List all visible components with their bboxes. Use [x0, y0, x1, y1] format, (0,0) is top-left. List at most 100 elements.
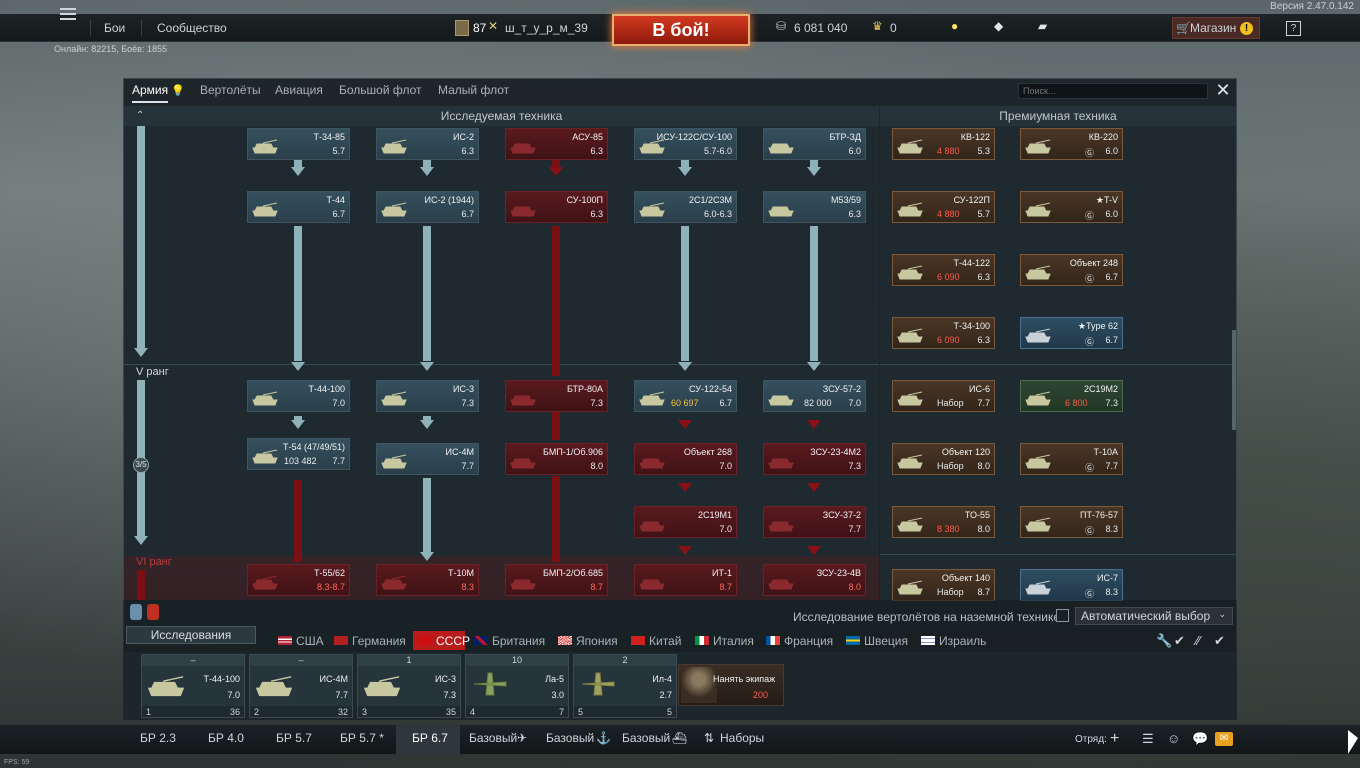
- country-israel[interactable]: Израиль: [939, 634, 986, 648]
- country-sweden[interactable]: Швеция: [864, 634, 908, 648]
- preset-tab[interactable]: БР 5.7 *: [340, 731, 384, 745]
- premium-card[interactable]: ★Type 62 Ⓖ 6.7: [1020, 317, 1123, 349]
- checkmark-icon[interactable]: ✔: [1174, 633, 1185, 649]
- vehicle-card[interactable]: СУ-100П 6.3: [505, 191, 608, 223]
- vehicle-card[interactable]: ЗСУ-37-2 7.7: [763, 506, 866, 538]
- country-italy[interactable]: Италия: [713, 634, 754, 648]
- checkmark-icon[interactable]: ✔: [1214, 633, 1225, 649]
- diamond-icon[interactable]: ◆: [994, 19, 1003, 33]
- premium-card[interactable]: КВ-220 Ⓖ 6.0: [1020, 128, 1123, 160]
- crew-slot[interactable]: – ИС-4М 7.7 2 32: [249, 654, 353, 718]
- battles-menu[interactable]: Бои: [104, 21, 125, 35]
- tab-bluewater-fleet[interactable]: Большой флот: [339, 83, 422, 97]
- chat-icon[interactable]: 💬: [1192, 731, 1208, 747]
- rank-5-label[interactable]: V ранг: [136, 366, 169, 378]
- close-icon[interactable]: ✕: [1214, 81, 1232, 99]
- community-menu[interactable]: Сообщество: [157, 21, 227, 35]
- auto-select-dropdown[interactable]: Автоматический выбор ⌄: [1075, 607, 1233, 625]
- vehicle-card[interactable]: ИСУ-122С/СУ-100 5.7-6.0: [634, 128, 737, 160]
- crew-slot[interactable]: 10 Ла-5 3.0 4 7: [465, 654, 569, 718]
- tab-army[interactable]: Армия: [132, 83, 169, 103]
- vehicle-card[interactable]: ИС-4М 7.7: [376, 443, 479, 475]
- premium-card[interactable]: Объект 248 Ⓖ 6.7: [1020, 254, 1123, 286]
- crew-slot[interactable]: 1 ИС-3 7.3 3 35: [357, 654, 461, 718]
- crew-slot[interactable]: – Т-44-100 7.0 1 36: [141, 654, 245, 718]
- country-usa[interactable]: США: [296, 634, 324, 648]
- country-ussr[interactable]: СССР: [436, 634, 470, 648]
- country-japan[interactable]: Япония: [576, 634, 618, 648]
- vehicle-card[interactable]: M53/59 6.3: [763, 191, 866, 223]
- premium-card[interactable]: Т-44-122 6 090 6.3: [892, 254, 995, 286]
- vehicle-card[interactable]: БТР-ЗД 6.0: [763, 128, 866, 160]
- vehicle-card[interactable]: БМП-1/Об.906 8.0: [505, 443, 608, 475]
- preset-tab-active[interactable]: БР 6.7: [412, 731, 448, 745]
- to-battle-button[interactable]: В бой!: [612, 14, 750, 46]
- preset-tab[interactable]: Базовый: [469, 731, 517, 745]
- vehicle-card[interactable]: СУ-122-54 60 697 6.7: [634, 380, 737, 412]
- vehicle-card[interactable]: ИТ-1 8.7: [634, 564, 737, 596]
- shells-icon[interactable]: ⁄⁄: [1196, 633, 1200, 648]
- premium-card[interactable]: ПТ-76-57 Ⓖ 8.3: [1020, 506, 1123, 538]
- vehicle-card[interactable]: БТР-80А 7.3: [505, 380, 608, 412]
- crew-slot[interactable]: 2 Ил-4 2.7 5 5: [573, 654, 677, 718]
- friends-icon[interactable]: ☺: [1167, 731, 1180, 746]
- vehicle-card[interactable]: Т-34-85 5.7: [247, 128, 350, 160]
- premium-card[interactable]: ИС-7 Ⓖ 8.3: [1020, 569, 1123, 601]
- lightbulb-icon[interactable]: ●: [951, 19, 958, 33]
- premium-card[interactable]: Т-34-100 6 090 6.3: [892, 317, 995, 349]
- vehicle-card[interactable]: Т-55/62 8.3-8.7: [247, 564, 350, 596]
- vehicle-card[interactable]: ЗСУ-23-4М2 7.3: [763, 443, 866, 475]
- premium-card[interactable]: Объект 140 Набор 8.7: [892, 569, 995, 601]
- country-britain[interactable]: Британия: [492, 634, 545, 648]
- preset-tab[interactable]: Базовый: [622, 731, 670, 745]
- country-germany[interactable]: Германия: [352, 634, 406, 648]
- vehicle-card[interactable]: ЗСУ-57-2 82 000 7.0: [763, 380, 866, 412]
- vehicle-card[interactable]: Т-54 (47/49/51) 103 482 7.7: [247, 438, 350, 470]
- hire-crew-button[interactable]: Нанять экипаж 200: [678, 664, 784, 706]
- vehicle-card[interactable]: Т-10М 8.3: [376, 564, 479, 596]
- premium-card[interactable]: Объект 120 Набор 8.0: [892, 443, 995, 475]
- avatar[interactable]: [455, 20, 469, 36]
- tab-coastal-fleet[interactable]: Малый флот: [438, 83, 509, 97]
- vehicle-card[interactable]: БМП-2/Об.685 8.7: [505, 564, 608, 596]
- wrench-icon[interactable]: 🔧: [1156, 633, 1172, 649]
- list-icon[interactable]: ☰: [1142, 731, 1154, 747]
- nickname[interactable]: ш_т_у_р_м_39: [505, 21, 588, 35]
- vehicle-card[interactable]: 2С19М1 7.0: [634, 506, 737, 538]
- menu-icon[interactable]: [60, 8, 76, 20]
- preset-tab[interactable]: Базовый: [546, 731, 594, 745]
- vehicle-card[interactable]: ЗСУ-23-4В 8.0: [763, 564, 866, 596]
- preset-tab[interactable]: БР 2.3: [140, 731, 176, 745]
- vehicle-card[interactable]: Т-44-100 7.0: [247, 380, 350, 412]
- vehicle-card[interactable]: ИС-2 (1944) 6.7: [376, 191, 479, 223]
- vehicle-card[interactable]: Объект 268 7.0: [634, 443, 737, 475]
- help-icon[interactable]: ?: [1286, 21, 1301, 36]
- preset-tab[interactable]: БР 4.0: [208, 731, 244, 745]
- vehicle-card[interactable]: ИС-2 6.3: [376, 128, 479, 160]
- premium-card[interactable]: ИС-6 Набор 7.7: [892, 380, 995, 412]
- chevron-up-icon[interactable]: ⌃: [136, 110, 144, 121]
- premium-card[interactable]: СУ-122П 4 880 5.7: [892, 191, 995, 223]
- premium-card[interactable]: ★T-V Ⓖ 6.0: [1020, 191, 1123, 223]
- heli-research-checkbox[interactable]: [1056, 609, 1069, 622]
- premium-card[interactable]: КВ-122 4 880 5.3: [892, 128, 995, 160]
- tab-helicopters[interactable]: Вертолёты: [200, 83, 261, 97]
- rank-6-label[interactable]: VI ранг: [136, 556, 172, 568]
- country-china[interactable]: Китай: [649, 634, 681, 648]
- vehicle-card[interactable]: ИС-3 7.3: [376, 380, 479, 412]
- preset-tab[interactable]: БР 5.7: [276, 731, 312, 745]
- premium-card[interactable]: ТО-55 8 380 8.0: [892, 506, 995, 538]
- vehicle-card[interactable]: Т-44 6.7: [247, 191, 350, 223]
- scrollbar[interactable]: [1232, 330, 1236, 430]
- tab-aviation[interactable]: Авиация: [275, 83, 323, 97]
- research-button[interactable]: Исследования: [126, 626, 256, 644]
- plus-icon[interactable]: +: [1110, 730, 1119, 748]
- vehicle-card[interactable]: АСУ-85 6.3: [505, 128, 608, 160]
- country-france[interactable]: Франция: [784, 634, 833, 648]
- search-input[interactable]: [1018, 83, 1208, 99]
- premium-card[interactable]: 2С19М2 6 800 7.3: [1020, 380, 1123, 412]
- vehicle-card[interactable]: 2С1/2С3М 6.0-6.3: [634, 191, 737, 223]
- premium-card[interactable]: Т-10А Ⓖ 7.7: [1020, 443, 1123, 475]
- coupon-icon[interactable]: ▰: [1038, 19, 1047, 33]
- presets-button[interactable]: Наборы: [720, 731, 764, 745]
